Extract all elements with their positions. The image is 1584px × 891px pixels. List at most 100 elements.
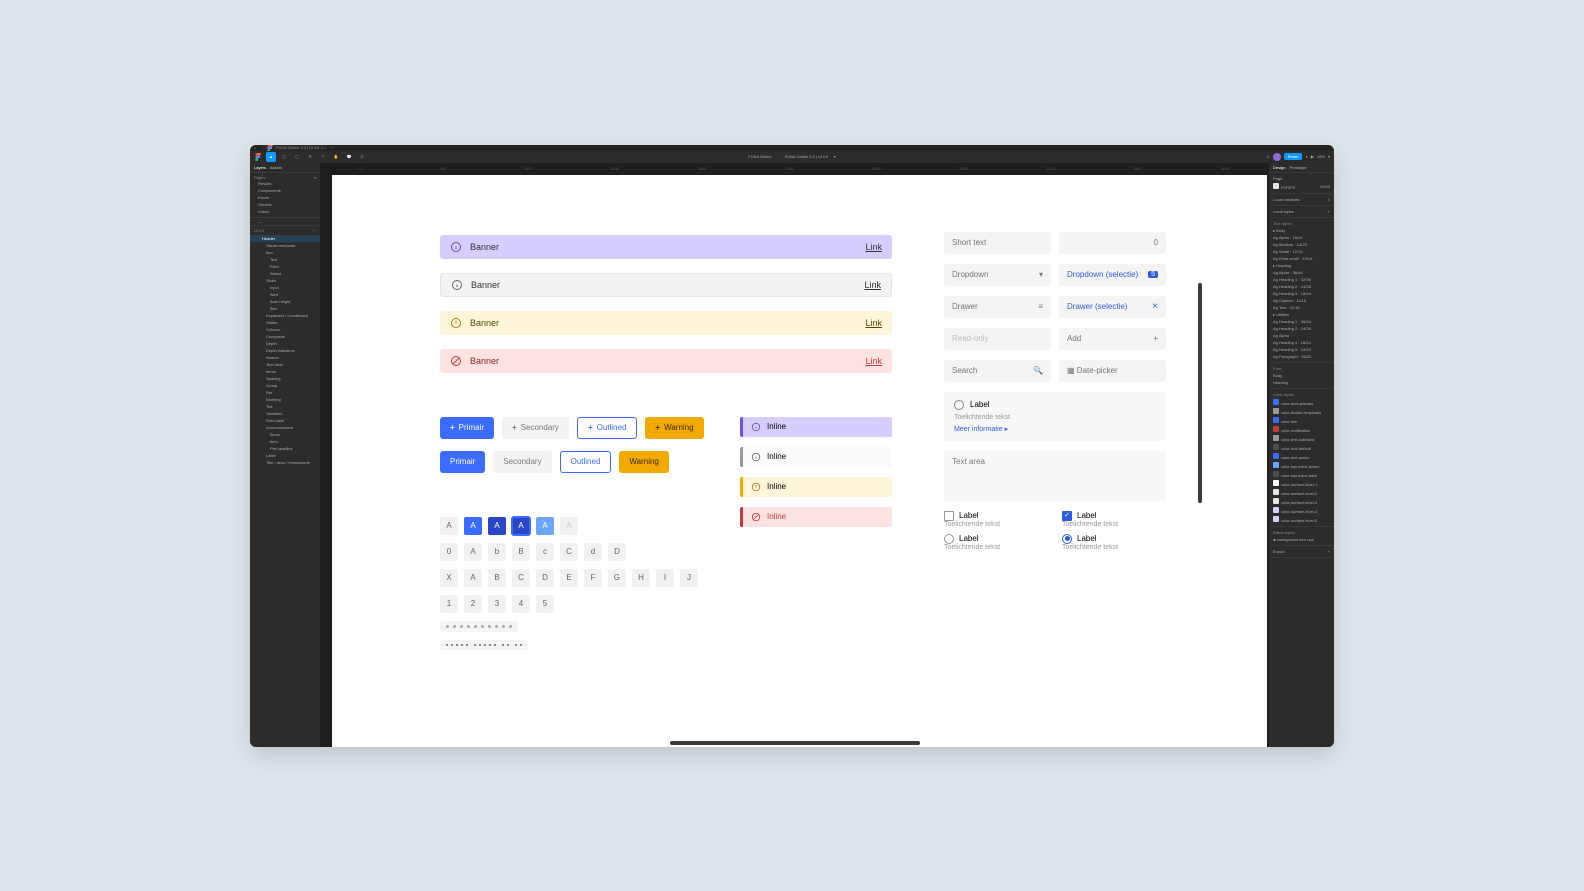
tab-prototype[interactable]: Prototype [1289, 165, 1306, 170]
chip[interactable]: 1 [440, 595, 458, 613]
text-style-item[interactable]: Ag Heading 2 · 24/28 [1273, 325, 1330, 332]
layer-item[interactable]: Composite [250, 333, 320, 340]
chip[interactable]: A [464, 543, 482, 561]
radio-icon[interactable] [954, 400, 964, 410]
date-picker-input[interactable]: ▦ Date-picker [1059, 360, 1166, 382]
secondary-button[interactable]: Secondary [493, 451, 551, 473]
dash[interactable] [461, 644, 463, 646]
page-item[interactable]: Results [250, 180, 320, 187]
dash[interactable] [479, 644, 481, 646]
radio-icon[interactable] [944, 534, 954, 544]
file-name[interactable]: FUNA Online 2.0 | UI Kit [785, 154, 828, 159]
dot[interactable] [481, 625, 484, 628]
banner-info[interactable]: Banner Link [440, 235, 892, 259]
banner-neutral[interactable]: Banner Link [440, 273, 892, 297]
banner-link[interactable]: Link [864, 280, 881, 290]
layer-item[interactable]: Tint [250, 403, 320, 410]
page-item[interactable]: Generic [250, 201, 320, 208]
text-style-item[interactable]: Ag Text · 11/16 [1273, 304, 1330, 311]
layer-item[interactable]: Field [250, 263, 320, 270]
text-style-item[interactable]: Ag Small · 12/16 [1273, 248, 1330, 255]
page-opacity[interactable]: 100% [1320, 184, 1330, 189]
chip[interactable]: D [536, 569, 554, 587]
layer-item[interactable]: Select [250, 270, 320, 277]
dropdown-input[interactable]: Dropdown▾ [944, 264, 1051, 286]
dot[interactable] [474, 625, 477, 628]
outlined-button[interactable]: Outlined [560, 451, 612, 473]
text-style-item[interactable]: Ag Heading 2 · 24/28 [1273, 283, 1330, 290]
effect-style-item[interactable]: ◈ background-blur-ups [1273, 536, 1330, 543]
dot[interactable] [502, 625, 505, 628]
checkbox-checked-icon[interactable] [1062, 511, 1072, 521]
page-item[interactable]: Components [250, 187, 320, 194]
new-tab-button[interactable]: + [327, 145, 337, 150]
chip[interactable]: 3 [488, 595, 506, 613]
layer-item[interactable]: Spacing [250, 375, 320, 382]
tab-design[interactable]: Design [1273, 165, 1285, 170]
chip[interactable]: A [464, 569, 482, 587]
share-button[interactable]: Share [1284, 153, 1303, 160]
chip[interactable]: 5 [536, 595, 554, 613]
layer-item[interactable]: Items [250, 431, 320, 438]
layer-item[interactable]: Title / desc / breadcrumb [250, 459, 320, 466]
text-style-item[interactable]: Ag Paragraph · 16/22 [1273, 353, 1330, 360]
text-style-item[interactable]: Ag Heading 3 · 18/24 [1273, 290, 1330, 297]
missing-fonts-icon[interactable]: ⚠ [1266, 154, 1270, 159]
layer-item[interactable]: Announcement [250, 424, 320, 431]
dash[interactable] [507, 644, 509, 646]
dot[interactable] [453, 625, 456, 628]
outlined-button[interactable]: +Outlined [577, 417, 637, 439]
text-tool-button[interactable]: T [318, 152, 328, 162]
chevron-down-icon[interactable]: ▾ [1328, 154, 1330, 159]
local-variables-label[interactable]: Local variables [1273, 197, 1300, 202]
color-style-item[interactable]: color-surface-level-5 [1273, 515, 1330, 524]
dash[interactable] [489, 644, 491, 646]
tab-layers[interactable]: Layers [254, 165, 266, 170]
tab-close-icon[interactable]: × [321, 145, 323, 150]
dash[interactable] [515, 644, 517, 646]
font-item[interactable]: Body [1273, 372, 1330, 379]
layer-item[interactable]: Colours [250, 326, 320, 333]
dot[interactable] [467, 625, 470, 628]
add-export-icon[interactable]: + [1328, 549, 1330, 554]
banner-error[interactable]: Banner Link [440, 349, 892, 373]
color-style-item[interactable]: color-text-default [1273, 443, 1330, 452]
text-style-item[interactable]: Ag Caption · 11/16 [1273, 297, 1330, 304]
text-style-item[interactable]: Ag Alpha · 36/44 [1273, 269, 1330, 276]
layer-item[interactable]: Slider [250, 277, 320, 284]
search-input[interactable]: Search🔍 [944, 360, 1051, 382]
frame-title[interactable]: UI Kit [254, 228, 264, 233]
pen-tool-button[interactable]: ✎ [305, 152, 315, 162]
page-item[interactable]: Colors [250, 208, 320, 215]
dropdown-selected[interactable]: Dropdown (selectie)5 [1059, 264, 1166, 286]
warning-button[interactable]: Warning [619, 451, 669, 473]
chip[interactable]: F [584, 569, 602, 587]
dev-mode-toggle[interactable]: ◐ [1305, 154, 1307, 159]
font-item[interactable]: Heading [1273, 379, 1330, 386]
artboard[interactable]: Banner Link Banner Link Banner Link [332, 175, 1267, 747]
color-style-item[interactable]: color-surface-level-3 [1273, 497, 1330, 506]
dot[interactable] [446, 625, 449, 628]
inline-warning[interactable]: Inline [740, 477, 892, 497]
chip[interactable]: X [440, 569, 458, 587]
layer-item[interactable]: Label [250, 452, 320, 459]
text-style-item[interactable]: Ag Heading 1 · 32/36 [1273, 276, 1330, 283]
banner-link[interactable]: Link [865, 356, 882, 366]
checkbox-item[interactable]: Label Toelichtende tekst [944, 511, 1048, 528]
secondary-button[interactable]: +Secondary [502, 417, 569, 439]
text-style-item[interactable]: Ag Extra small · 10/14 [1273, 255, 1330, 262]
chip-selected[interactable]: A [512, 517, 530, 535]
layer-item[interactable]: Pre-headline [250, 445, 320, 452]
color-style-item[interactable]: color-surface-level-1 [1273, 479, 1330, 488]
hand-tool-button[interactable]: ✋ [331, 152, 341, 162]
dash[interactable] [466, 644, 468, 646]
chip[interactable]: G [608, 569, 626, 587]
color-style-item[interactable]: color-notification [1273, 425, 1330, 434]
text-style-item[interactable]: Ag Heading 1 · 36/44 [1273, 318, 1330, 325]
canvas[interactable]: 040080012001600200024002800320036004000 … [320, 163, 1269, 747]
chip[interactable]: A [440, 517, 458, 535]
drawer-selected[interactable]: Drawer (selectie)× [1059, 296, 1166, 318]
page-color-value[interactable]: F5F5F5 [1281, 185, 1295, 190]
layer-item[interactable]: Warning [250, 396, 320, 403]
layer-item[interactable]: Visual composer [250, 242, 320, 249]
